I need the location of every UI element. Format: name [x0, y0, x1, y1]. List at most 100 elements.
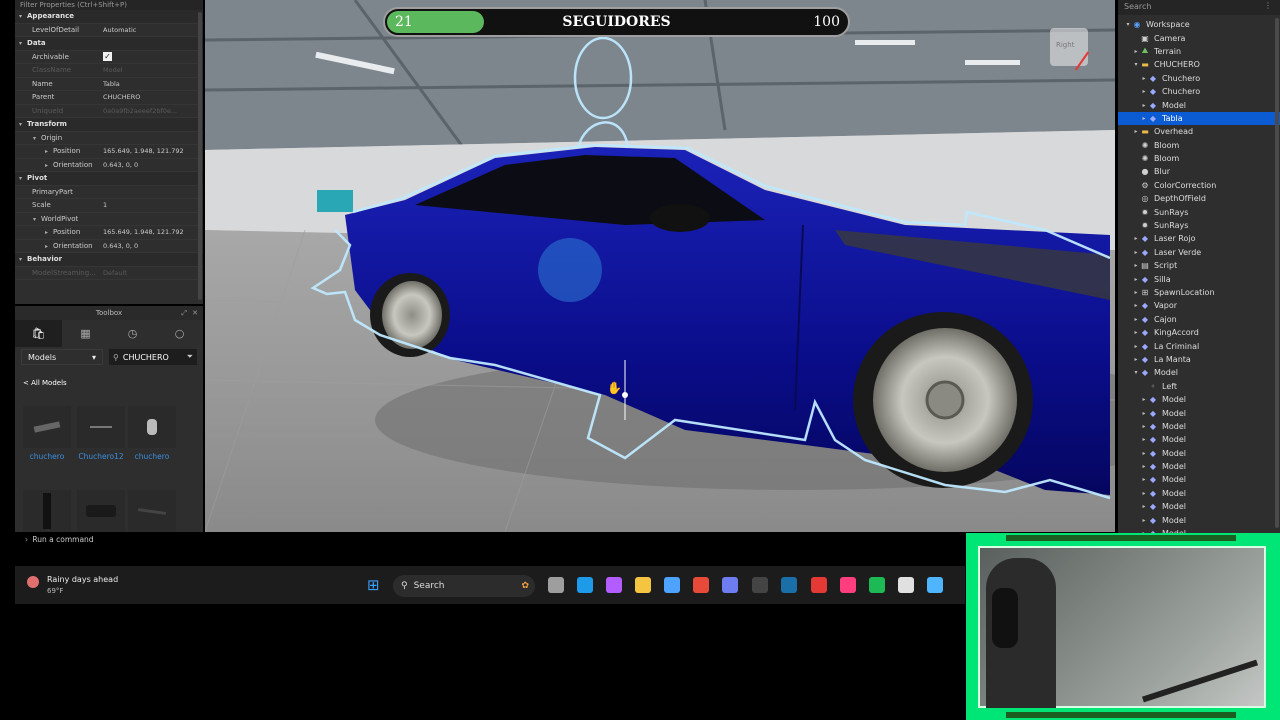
properties-scrollbar[interactable]: [198, 12, 202, 300]
filter-icon[interactable]: ⏷: [187, 352, 193, 362]
property-row[interactable]: ▸ Position 165.649, 1.948, 121.792: [15, 145, 203, 159]
chevron-right-icon[interactable]: ▸: [1140, 503, 1148, 510]
chrome-icon[interactable]: [693, 577, 709, 593]
item-label[interactable]: chuchero: [128, 452, 176, 461]
property-section[interactable]: ▾ Appearance: [15, 10, 203, 24]
expand-arrow-icon[interactable]: ▾: [19, 256, 22, 263]
explorer-item[interactable]: ▸ ⛰ Terrain: [1118, 45, 1280, 58]
chevron-right-icon[interactable]: ▸: [1140, 463, 1148, 470]
explorer-item[interactable]: ▸ ▤ Script: [1118, 259, 1280, 272]
property-value[interactable]: Automatic: [103, 26, 203, 34]
property-section[interactable]: ▾ Pivot: [15, 172, 203, 186]
property-value[interactable]: Model: [103, 66, 203, 74]
chevron-right-icon[interactable]: ▸: [1132, 235, 1140, 242]
3d-viewport[interactable]: ✋ Right: [205, 0, 1115, 532]
explorer-item[interactable]: ▸◆ Model: [1118, 500, 1280, 513]
all-models-link[interactable]: < All Models: [15, 367, 203, 393]
tiktok-icon[interactable]: [840, 577, 856, 593]
chevron-right-icon[interactable]: ▸: [1132, 316, 1140, 323]
property-row[interactable]: PrimaryPart: [15, 186, 203, 199]
store-icon[interactable]: [664, 577, 680, 593]
edge-icon[interactable]: [577, 577, 593, 593]
item-label[interactable]: Chuchero12: [77, 452, 125, 461]
toolbox-item[interactable]: [23, 490, 71, 532]
chevron-right-icon[interactable]: ▸: [1140, 410, 1148, 417]
archivable-checkbox[interactable]: ✓: [103, 52, 112, 62]
property-value[interactable]: 0.643, 0, 0: [103, 242, 203, 250]
property-section[interactable]: ▾ Data: [15, 37, 203, 51]
property-row[interactable]: ▸ Orientation 0.643, 0, 0: [15, 159, 203, 172]
toolbox-item[interactable]: chuchero: [128, 406, 176, 461]
expand-arrow-icon[interactable]: ▾: [19, 121, 22, 128]
explorer-item[interactable]: ▸◆ Model: [1118, 487, 1280, 500]
category-dropdown[interactable]: Models ▾: [21, 349, 103, 365]
property-row[interactable]: ModelStreaming... Default: [15, 267, 203, 280]
menu-icon[interactable]: ⋮: [1264, 1, 1272, 10]
property-section[interactable]: ▾ Transform: [15, 118, 203, 132]
explorer-item[interactable]: ▸◆ Model: [1118, 447, 1280, 460]
explorer-item[interactable]: ✺ Bloom: [1118, 152, 1280, 165]
explorer-item[interactable]: ▸◆ Model: [1118, 473, 1280, 486]
spotify-icon[interactable]: [869, 577, 885, 593]
explorer-item[interactable]: ◦ Left: [1118, 380, 1280, 393]
chevron-right-icon[interactable]: ▸: [1132, 302, 1140, 309]
explorer-item[interactable]: ▸◆ Model: [1118, 420, 1280, 433]
command-bar[interactable]: › Run a command: [15, 535, 965, 546]
toolbox-item[interactable]: chuchero: [23, 406, 71, 461]
property-value[interactable]: 165.649, 1.948, 121.792: [103, 147, 203, 155]
explorer-item[interactable]: ▸◆ Model: [1118, 98, 1280, 111]
chevron-right-icon[interactable]: ▸: [1140, 490, 1148, 497]
property-row[interactable]: ClassName Model: [15, 64, 203, 78]
property-value[interactable]: CHUCHERO: [103, 93, 203, 101]
steam-icon[interactable]: [781, 577, 797, 593]
file-explorer-icon[interactable]: [635, 577, 651, 593]
tab-recent[interactable]: ◷: [109, 320, 156, 347]
filter-properties-input[interactable]: Filter Properties (Ctrl+Shift+P): [15, 0, 203, 10]
chevron-right-icon[interactable]: ▸: [1132, 262, 1140, 269]
expand-arrow-icon[interactable]: ▾: [33, 135, 36, 142]
taskbar-search[interactable]: ⚲ Search ✿: [393, 575, 535, 597]
property-row[interactable]: UniqueId 0a0a9fb2aeeef2bf0e...: [15, 105, 203, 118]
explorer-item[interactable]: ▸ ◆ KingAccord: [1118, 326, 1280, 339]
property-value[interactable]: 165.649, 1.948, 121.792: [103, 228, 203, 236]
expand-arrow-icon[interactable]: ▸: [45, 162, 48, 169]
explorer-item[interactable]: ✹ SunRays: [1118, 219, 1280, 232]
explorer-item[interactable]: ▸ ◆ Silla: [1118, 272, 1280, 285]
explorer-item[interactable]: ✹ SunRays: [1118, 205, 1280, 218]
tab-inventory[interactable]: 🛍: [15, 320, 62, 347]
obs-icon[interactable]: [752, 577, 768, 593]
tf-icon[interactable]: [811, 577, 827, 593]
property-value[interactable]: 1: [103, 201, 203, 209]
chevron-right-icon[interactable]: ▸: [1132, 276, 1140, 283]
expand-arrow-icon[interactable]: ▾: [19, 40, 22, 47]
chevron-right-icon[interactable]: ▸: [1132, 249, 1140, 256]
roblox-studio-icon[interactable]: [898, 577, 914, 593]
explorer-scrollbar[interactable]: [1275, 18, 1279, 528]
chevron-right-icon[interactable]: ▸: [1140, 102, 1148, 109]
property-row[interactable]: Archivable ✓: [15, 51, 203, 64]
explorer-item[interactable]: ▸ ◆ La Manta: [1118, 353, 1280, 366]
chevron-right-icon[interactable]: ▸: [1132, 128, 1140, 135]
toolbox-item[interactable]: [128, 490, 176, 532]
tab-creations[interactable]: ○: [156, 320, 203, 347]
command-input[interactable]: Run a command: [32, 535, 93, 544]
explorer-item[interactable]: ▸◆ Model: [1118, 433, 1280, 446]
expand-arrow-icon[interactable]: ▾: [19, 175, 22, 182]
property-value[interactable]: 0a0a9fb2aeeef2bf0e...: [103, 107, 203, 115]
copilot-icon[interactable]: [606, 577, 622, 593]
chevron-down-icon[interactable]: ▾: [1124, 21, 1132, 28]
chevron-right-icon[interactable]: ▸: [1140, 88, 1148, 95]
explorer-item[interactable]: ▸◆ Model: [1118, 393, 1280, 406]
explorer-item[interactable]: ▸ ◆ Tabla: [1118, 111, 1280, 126]
chevron-right-icon[interactable]: ▸: [1132, 343, 1140, 350]
toolbox-item[interactable]: Chuchero12: [77, 406, 125, 461]
expand-arrow-icon[interactable]: ▾: [33, 216, 36, 223]
property-value[interactable]: ✓: [103, 52, 203, 62]
property-row[interactable]: Scale 1: [15, 199, 203, 213]
explorer-item[interactable]: ▸◆ Model: [1118, 460, 1280, 473]
explorer-item[interactable]: ▸ ◆ Chuchero: [1118, 85, 1280, 98]
chevron-right-icon[interactable]: ▸: [1140, 423, 1148, 430]
chevron-right-icon[interactable]: ▸: [1140, 476, 1148, 483]
property-value[interactable]: Default: [103, 269, 203, 277]
chevron-right-icon[interactable]: ▸: [1140, 396, 1148, 403]
